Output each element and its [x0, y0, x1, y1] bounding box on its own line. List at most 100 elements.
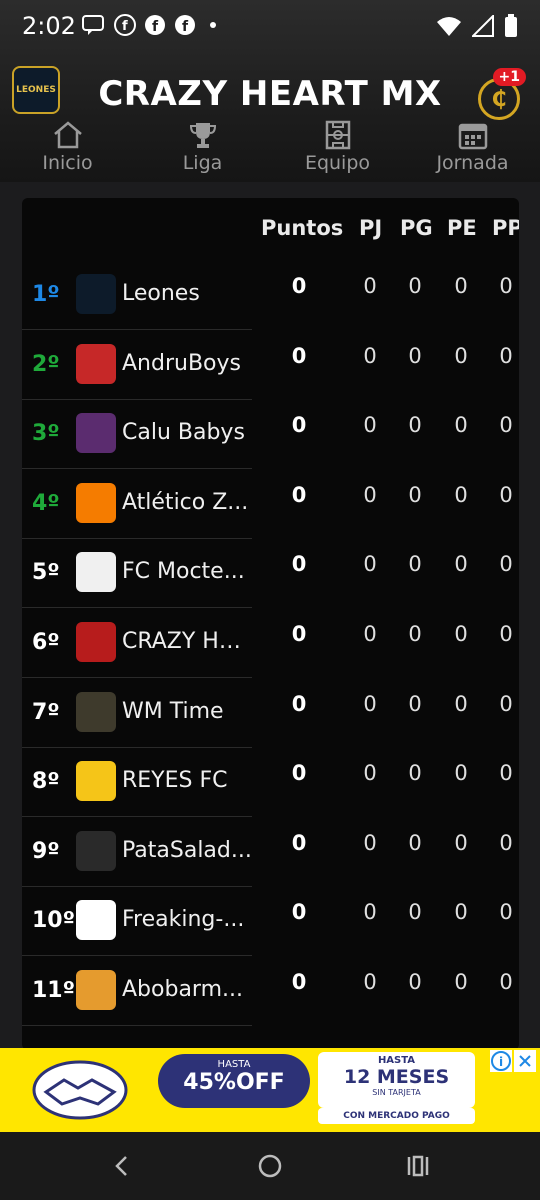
row-rank: 11º [32, 978, 76, 1003]
trophy-icon [189, 123, 216, 148]
coin-badge: +1 [492, 68, 526, 86]
standings-table: Puntos PJ PG PE PP 1º Leones 0 0 0 0 0 2º AndruB… [22, 198, 519, 1050]
stat-pp: 0 [499, 622, 513, 646]
team-avatar [76, 900, 116, 941]
table-row[interactable]: 10º Freaking-... 0 0 0 0 0 [22, 886, 519, 957]
stat-pp: 0 [499, 761, 513, 786]
discount-badge: HASTA 45%OFF [158, 1054, 310, 1108]
points-value: 0 [291, 622, 307, 646]
stat-pe: 0 [454, 552, 468, 577]
table-row[interactable]: 5º FC Mocte... 0 0 0 0 0 [22, 538, 519, 609]
stat-pe: 0 [454, 274, 468, 298]
stat-pg: 0 [408, 970, 422, 994]
stat-pj: 0 [363, 274, 377, 298]
tab-label: Liga [182, 152, 223, 174]
team-avatar [76, 830, 116, 871]
stat-pp: 0 [499, 552, 513, 577]
team-name: Abobarm... [122, 977, 243, 1002]
svg-text:f: f [122, 19, 128, 34]
points-value: 0 [291, 830, 307, 855]
stat-pp: 0 [499, 274, 513, 298]
back-icon[interactable] [110, 1154, 134, 1178]
stat-pp: 0 [499, 830, 513, 855]
stat-pe: 0 [454, 970, 468, 994]
page-title: CRAZY HEART MX [98, 74, 442, 114]
stat-pe: 0 [454, 691, 468, 716]
team-avatar [76, 482, 116, 523]
handshake-logo-icon [32, 1060, 128, 1120]
stat-pj: 0 [363, 830, 377, 855]
table-row[interactable]: 2º AndruBoys 0 0 0 0 0 [22, 330, 519, 400]
col-puntos: Puntos [261, 216, 344, 240]
status-bar: 2:02 f f f [0, 0, 540, 56]
team-avatar [76, 622, 116, 662]
team-avatar [76, 413, 116, 454]
stat-pp: 0 [499, 900, 513, 925]
table-row[interactable]: 3º Calu Babys 0 0 0 0 0 [22, 399, 519, 470]
stat-pj: 0 [363, 691, 377, 716]
ad-footer-text: CON MERCADO PAGO [343, 1111, 450, 1121]
stat-pg: 0 [408, 413, 422, 438]
row-rank: 5º [32, 560, 60, 586]
close-icon[interactable] [514, 1050, 536, 1072]
stat-pj: 0 [363, 552, 377, 577]
points-value: 0 [291, 343, 307, 368]
table-row[interactable]: 4º Atlético Z... 0 0 0 0 0 [22, 469, 519, 539]
team-name: Leones [122, 281, 200, 306]
stat-pp: 0 [499, 343, 513, 368]
points-value: 0 [291, 900, 307, 925]
col-pe: PE [447, 216, 477, 240]
dot-icon [210, 22, 216, 28]
table-row[interactable]: 7º WM Time 0 0 0 0 0 [22, 678, 519, 748]
team-name: Freaking-... [122, 907, 245, 933]
calendar-icon [458, 123, 487, 150]
stat-pj: 0 [363, 900, 377, 925]
team-avatar [76, 761, 116, 802]
team-name: WM Time [122, 698, 224, 724]
tab-label: Inicio [42, 152, 93, 174]
row-rank: 8º [32, 769, 60, 795]
points-value: 0 [291, 552, 307, 577]
tab-inicio[interactable]: Inicio [0, 120, 135, 182]
stat-pj: 0 [363, 482, 377, 507]
row-rank: 7º [32, 699, 60, 725]
row-rank: 10º [32, 908, 76, 934]
table-row[interactable]: 6º CRAZY HE... 0 0 0 0 0 [22, 608, 519, 678]
tab-label: Equipo [304, 152, 371, 174]
recents-icon[interactable] [405, 1154, 431, 1178]
info-icon[interactable]: i [490, 1050, 512, 1072]
points-value: 0 [291, 413, 307, 438]
points-value: 0 [291, 691, 307, 716]
stat-pe: 0 [454, 900, 468, 925]
tab-label: Jornada [436, 152, 509, 174]
system-nav-bar [0, 1132, 540, 1200]
table-row[interactable]: 1º Leones 0 0 0 0 0 [22, 260, 519, 330]
home-circle-icon[interactable] [257, 1153, 283, 1179]
row-rank: 9º [32, 838, 60, 864]
stat-pe: 0 [454, 482, 468, 507]
tab-liga[interactable]: Liga [135, 120, 270, 182]
team-name: CRAZY HE... [122, 629, 252, 654]
installments-sub: SIN TARJETA [372, 1088, 421, 1097]
ad-banner[interactable]: HASTA 45%OFF HASTA 12 MESES SIN TARJETA … [0, 1048, 540, 1132]
installments-main: 12 MESES [343, 1066, 450, 1088]
stat-pg: 0 [408, 830, 422, 855]
installments-top: HASTA [377, 1055, 416, 1066]
facebook-icon: f [175, 15, 195, 35]
discount-badge-top: HASTA [217, 1059, 251, 1070]
table-row[interactable]: 8º REYES FC 0 0 0 0 0 [22, 747, 519, 818]
team-avatar [76, 691, 116, 732]
tab-jornada[interactable]: Jornada [405, 120, 540, 182]
stat-pe: 0 [454, 413, 468, 438]
stat-pj: 0 [363, 761, 377, 786]
facebook-icon: f [114, 14, 136, 36]
table-row[interactable]: 11º Abobarm... 0 0 0 0 0 [22, 956, 519, 1026]
stat-pg: 0 [408, 274, 422, 298]
stat-pp: 0 [499, 691, 513, 716]
col-pj: PJ [359, 216, 383, 240]
message-notification-icon [82, 15, 104, 35]
team-name: Atlético Z... [122, 489, 249, 515]
table-row[interactable]: 9º PataSalad... 0 0 0 0 0 [22, 817, 519, 887]
tab-equipo[interactable]: Equipo [270, 120, 405, 182]
battery-icon [505, 14, 517, 37]
